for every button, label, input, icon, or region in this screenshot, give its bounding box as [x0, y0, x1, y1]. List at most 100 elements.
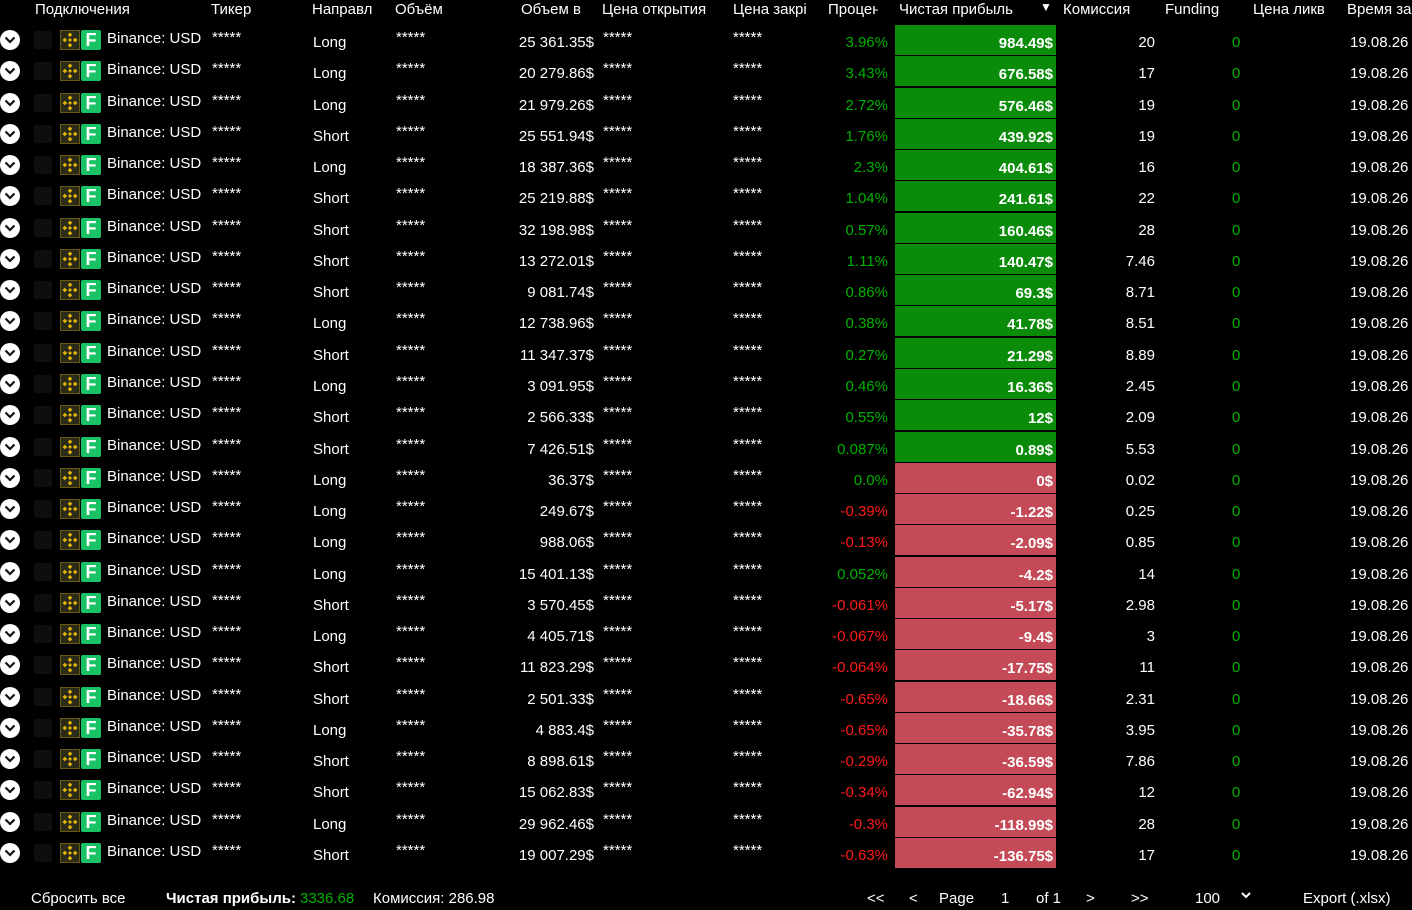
col-header-commission[interactable]: Комиссия	[1063, 1, 1143, 18]
expand-chevron-icon[interactable]	[0, 843, 20, 864]
close-price-cell: *****	[733, 185, 763, 203]
expand-chevron-icon[interactable]	[0, 624, 20, 645]
expand-chevron-icon[interactable]	[0, 780, 20, 801]
expand-chevron-icon[interactable]	[0, 248, 20, 269]
expand-chevron-icon[interactable]	[0, 342, 20, 363]
col-header-ticker[interactable]: Тикер	[211, 1, 271, 18]
open-price-cell: *****	[603, 560, 633, 578]
reset-all-button[interactable]: Сбросить все	[31, 890, 125, 907]
ticker-cell: *****	[212, 779, 242, 797]
table-row[interactable]: F Binance: USD ***** Long ***** 18 387.36$ ***…	[0, 150, 1412, 181]
col-header-percent[interactable]: Процен	[828, 1, 878, 18]
close-price-cell: *****	[733, 122, 763, 140]
table-row[interactable]: F Binance: USD ***** Long ***** 4 883.4$ *****…	[0, 712, 1412, 744]
table-row[interactable]: F Binance: USD ***** Short ***** 15 062.83$ **…	[0, 775, 1412, 806]
expand-chevron-icon[interactable]	[0, 717, 20, 738]
col-header-time[interactable]: Время за	[1347, 1, 1412, 18]
table-row[interactable]: F Binance: USD ***** Short ***** 11 347.37$ **…	[0, 337, 1412, 369]
volume-cell: *****	[396, 341, 426, 359]
row-status-box	[34, 625, 52, 644]
table-row[interactable]: F Binance: USD ***** Short ***** 9 081.74$ ***…	[0, 275, 1412, 306]
expand-chevron-icon[interactable]	[0, 186, 20, 207]
funding-cell: 0	[1232, 690, 1241, 708]
direction-cell: Short	[313, 409, 349, 427]
table-row[interactable]: F Binance: USD ***** Long ***** 249.67$ ***** *…	[0, 494, 1412, 525]
table-row[interactable]: F Binance: USD ***** Short ***** 25 219.88$ **…	[0, 181, 1412, 212]
col-header-connections[interactable]: Подключения	[35, 1, 135, 18]
table-row[interactable]: F Binance: USD ***** Short ***** 2 501.33$ ***…	[0, 681, 1412, 713]
first-page-button[interactable]: <<	[867, 890, 885, 907]
expand-chevron-icon[interactable]	[0, 280, 20, 301]
expand-chevron-icon[interactable]	[0, 530, 20, 551]
table-row[interactable]: F Binance: USD ***** Long ***** 988.06$ ***** *…	[0, 525, 1412, 556]
time-cell: 19.08.26	[1350, 34, 1409, 51]
expand-chevron-icon[interactable]	[0, 686, 20, 707]
expand-chevron-icon[interactable]	[0, 123, 20, 144]
table-row[interactable]: F Binance: USD ***** Long ***** 3 091.95$ ****…	[0, 368, 1412, 400]
table-row[interactable]: F Binance: USD ***** Short ***** 2 566.33$ ***…	[0, 400, 1412, 431]
time-cell: 19.08.26	[1350, 221, 1409, 239]
expand-chevron-icon[interactable]	[0, 373, 20, 394]
table-row[interactable]: F Binance: USD ***** Long ***** 25 361.35$ ***…	[0, 25, 1412, 56]
expand-chevron-icon[interactable]	[0, 811, 20, 832]
col-header-volume-usd[interactable]: Объем в	[521, 1, 591, 18]
col-header-open-price[interactable]: Цена открытия	[602, 1, 710, 18]
table-row[interactable]: F Binance: USD ***** Long ***** 12 738.96$ ***…	[0, 306, 1412, 337]
next-page-button[interactable]: >	[1086, 890, 1095, 907]
commission-cell: 2.31	[1125, 690, 1155, 708]
table-row[interactable]: F Binance: USD ***** Long ***** 36.37$ ***** **…	[0, 462, 1412, 494]
page-size-select[interactable]: 100	[1195, 890, 1220, 907]
table-row[interactable]: F Binance: USD ***** Long ***** 29 962.46$ ***…	[0, 806, 1412, 838]
net-profit-cell: 676.58$	[895, 56, 1056, 87]
prev-page-button[interactable]: <	[909, 890, 918, 907]
net-profit-cell: -35.78$	[895, 712, 1056, 743]
table-row[interactable]: F Binance: USD ***** Short ***** 8 898.61$ ***…	[0, 744, 1412, 775]
expand-chevron-icon[interactable]	[0, 311, 20, 332]
table-row[interactable]: F Binance: USD ***** Long ***** 21 979.26$ ***…	[0, 87, 1412, 119]
commission-cell: 8.71	[1125, 284, 1155, 302]
expand-chevron-icon[interactable]	[0, 405, 20, 426]
expand-chevron-icon[interactable]	[0, 155, 20, 176]
volume-cell: *****	[396, 810, 426, 828]
col-header-volume[interactable]: Объём	[395, 1, 455, 18]
col-header-funding[interactable]: Funding	[1165, 1, 1235, 18]
table-row[interactable]: F Binance: USD ***** Short ***** 19 007.29$ **…	[0, 838, 1412, 869]
chevron-down-icon[interactable]	[1240, 888, 1252, 905]
table-row[interactable]: F Binance: USD ***** Short ***** 25 551.94$ **…	[0, 118, 1412, 150]
table-row[interactable]: F Binance: USD ***** Long ***** 4 405.71$ ****…	[0, 619, 1412, 650]
expand-chevron-icon[interactable]	[0, 436, 20, 457]
col-header-close-price[interactable]: Цена закрі	[733, 1, 806, 18]
close-price-cell: *****	[733, 560, 763, 578]
table-row[interactable]: F Binance: USD ***** Short ***** 13 272.01$ **…	[0, 243, 1412, 275]
page-number-input[interactable]: 1	[1001, 890, 1009, 907]
expand-chevron-icon[interactable]	[0, 217, 20, 238]
col-header-direction[interactable]: Направл	[312, 1, 374, 18]
table-row[interactable]: F Binance: USD ***** Long ***** 20 279.86$ ***…	[0, 56, 1412, 87]
futures-icon: F	[81, 92, 101, 113]
expand-chevron-icon[interactable]	[0, 655, 20, 676]
expand-chevron-icon[interactable]	[0, 30, 20, 50]
table-row[interactable]: F Binance: USD ***** Short ***** 32 198.98$ **…	[0, 212, 1412, 244]
expand-chevron-icon[interactable]	[0, 592, 20, 613]
expand-chevron-icon[interactable]	[0, 92, 20, 113]
expand-chevron-icon[interactable]	[0, 61, 20, 82]
expand-chevron-icon[interactable]	[0, 467, 20, 488]
col-header-liq-price[interactable]: Цена ликв	[1253, 1, 1333, 18]
table-row[interactable]: F Binance: USD ***** Short ***** 7 426.51$ ***…	[0, 431, 1412, 463]
open-price-cell: *****	[603, 498, 633, 516]
expand-chevron-icon[interactable]	[0, 749, 20, 770]
export-xlsx-button[interactable]: Export (.xlsx)	[1303, 890, 1391, 907]
col-header-net-profit[interactable]: Чистая прибыль	[899, 1, 1029, 18]
binance-icon	[60, 592, 80, 613]
volume-cell: *****	[396, 591, 426, 609]
expand-chevron-icon[interactable]	[0, 561, 20, 582]
ticker-cell: *****	[212, 279, 242, 297]
last-page-button[interactable]: >>	[1131, 890, 1149, 907]
time-cell: 19.08.26	[1350, 127, 1409, 145]
table-row[interactable]: F Binance: USD ***** Short ***** 3 570.45$ ***…	[0, 587, 1412, 619]
sort-desc-icon[interactable]: ▼	[1040, 0, 1052, 14]
ticker-cell: *****	[212, 560, 242, 578]
expand-chevron-icon[interactable]	[0, 499, 20, 520]
table-row[interactable]: F Binance: USD ***** Short ***** 11 823.29$ **…	[0, 650, 1412, 681]
table-row[interactable]: F Binance: USD ***** Long ***** 15 401.13$ ***…	[0, 556, 1412, 588]
